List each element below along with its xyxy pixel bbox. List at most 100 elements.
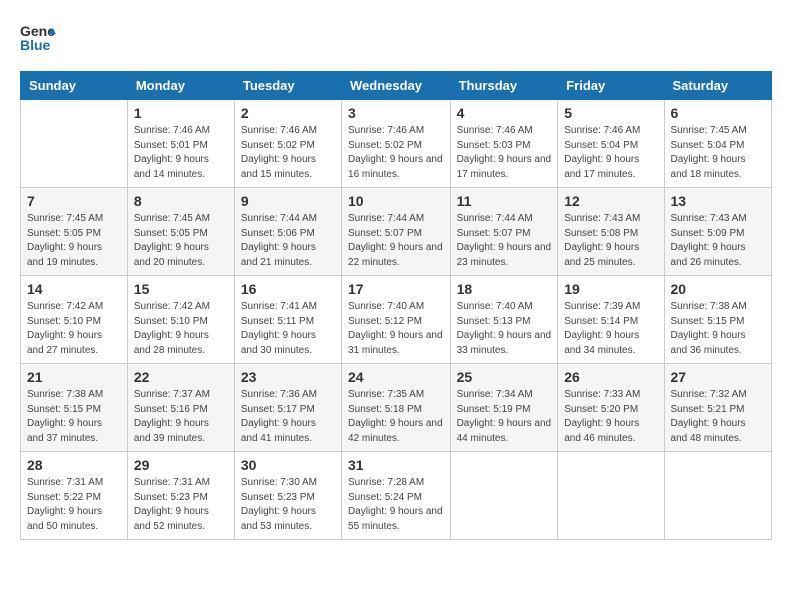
calendar-body: 1Sunrise: 7:46 AMSunset: 5:01 PMDaylight…	[21, 100, 772, 540]
cell-info: Sunrise: 7:42 AMSunset: 5:10 PMDaylight:…	[27, 300, 121, 358]
calendar-cell: 3 Sunrise: 7:46 AMSunset: 5:02 PMDaylight…	[342, 100, 451, 188]
calendar-cell: 31 Sunrise: 7:28 AMSunset: 5:24 PMDayligh…	[342, 452, 451, 540]
cell-info: Sunrise: 7:31 AMSunset: 5:23 PMDaylight:…	[134, 476, 228, 534]
cell-info: Sunrise: 7:35 AMSunset: 5:18 PMDaylight:…	[348, 388, 444, 446]
cell-info: Sunrise: 7:40 AMSunset: 5:12 PMDaylight:…	[348, 300, 444, 358]
cell-info: Sunrise: 7:43 AMSunset: 5:08 PMDaylight:…	[564, 212, 657, 270]
calendar-week-row: 21 Sunrise: 7:38 AMSunset: 5:15 PMDayligh…	[21, 364, 772, 452]
calendar-cell	[450, 452, 558, 540]
cell-day-number: 17	[348, 281, 444, 297]
cell-day-number: 21	[27, 369, 121, 385]
calendar-cell: 28Sunrise: 7:31 AMSunset: 5:22 PMDayligh…	[21, 452, 128, 540]
calendar-cell: 2 Sunrise: 7:46 AMSunset: 5:02 PMDaylight…	[234, 100, 341, 188]
cell-day-number: 10	[348, 193, 444, 209]
calendar-cell: 16 Sunrise: 7:41 AMSunset: 5:11 PMDayligh…	[234, 276, 341, 364]
cell-day-number: 18	[457, 281, 552, 297]
cell-info: Sunrise: 7:44 AMSunset: 5:06 PMDaylight:…	[241, 212, 335, 270]
calendar-cell: 1Sunrise: 7:46 AMSunset: 5:01 PMDaylight…	[127, 100, 234, 188]
cell-day-number: 5	[564, 105, 657, 121]
calendar-cell: 7 Sunrise: 7:45 AMSunset: 5:05 PMDaylight…	[21, 188, 128, 276]
cell-info: Sunrise: 7:41 AMSunset: 5:11 PMDaylight:…	[241, 300, 335, 358]
calendar-week-row: 14 Sunrise: 7:42 AMSunset: 5:10 PMDayligh…	[21, 276, 772, 364]
calendar-cell: 22Sunrise: 7:37 AMSunset: 5:16 PMDayligh…	[127, 364, 234, 452]
cell-day-number: 27	[671, 369, 765, 385]
cell-info: Sunrise: 7:44 AMSunset: 5:07 PMDaylight:…	[348, 212, 444, 270]
calendar-cell: 19 Sunrise: 7:39 AMSunset: 5:14 PMDayligh…	[558, 276, 664, 364]
cell-info: Sunrise: 7:38 AMSunset: 5:15 PMDaylight:…	[671, 300, 765, 358]
cell-info: Sunrise: 7:45 AMSunset: 5:05 PMDaylight:…	[27, 212, 121, 270]
cell-info: Sunrise: 7:46 AMSunset: 5:03 PMDaylight:…	[457, 124, 552, 182]
logo: General Blue	[20, 20, 56, 61]
cell-day-number: 13	[671, 193, 765, 209]
calendar-cell: 23Sunrise: 7:36 AMSunset: 5:17 PMDayligh…	[234, 364, 341, 452]
calendar-cell: 6 Sunrise: 7:45 AMSunset: 5:04 PMDaylight…	[664, 100, 771, 188]
cell-day-number: 26	[564, 369, 657, 385]
calendar-cell: 15Sunrise: 7:42 AMSunset: 5:10 PMDayligh…	[127, 276, 234, 364]
cell-info: Sunrise: 7:45 AMSunset: 5:04 PMDaylight:…	[671, 124, 765, 182]
cell-day-number: 24	[348, 369, 444, 385]
calendar-week-row: 1Sunrise: 7:46 AMSunset: 5:01 PMDaylight…	[21, 100, 772, 188]
weekday-header-cell: Friday	[558, 72, 664, 100]
cell-info: Sunrise: 7:31 AMSunset: 5:22 PMDaylight:…	[27, 476, 121, 534]
cell-day-number: 30	[241, 457, 335, 473]
cell-info: Sunrise: 7:46 AMSunset: 5:01 PMDaylight:…	[134, 124, 228, 182]
calendar-cell: 21 Sunrise: 7:38 AMSunset: 5:15 PMDayligh…	[21, 364, 128, 452]
calendar-cell	[664, 452, 771, 540]
cell-day-number: 6	[671, 105, 765, 121]
cell-day-number: 14	[27, 281, 121, 297]
cell-day-number: 7	[27, 193, 121, 209]
calendar: SundayMondayTuesdayWednesdayThursdayFrid…	[20, 71, 772, 540]
cell-day-number: 16	[241, 281, 335, 297]
calendar-week-row: 7 Sunrise: 7:45 AMSunset: 5:05 PMDaylight…	[21, 188, 772, 276]
cell-day-number: 4	[457, 105, 552, 121]
cell-info: Sunrise: 7:28 AMSunset: 5:24 PMDaylight:…	[348, 476, 444, 534]
calendar-cell: 24 Sunrise: 7:35 AMSunset: 5:18 PMDayligh…	[342, 364, 451, 452]
calendar-cell: 27 Sunrise: 7:32 AMSunset: 5:21 PMDayligh…	[664, 364, 771, 452]
weekday-header-row: SundayMondayTuesdayWednesdayThursdayFrid…	[21, 72, 772, 100]
calendar-cell: 18 Sunrise: 7:40 AMSunset: 5:13 PMDayligh…	[450, 276, 558, 364]
weekday-header-cell: Tuesday	[234, 72, 341, 100]
cell-info: Sunrise: 7:38 AMSunset: 5:15 PMDaylight:…	[27, 388, 121, 446]
calendar-cell: 30Sunrise: 7:30 AMSunset: 5:23 PMDayligh…	[234, 452, 341, 540]
calendar-cell: 9 Sunrise: 7:44 AMSunset: 5:06 PMDaylight…	[234, 188, 341, 276]
weekday-header-cell: Sunday	[21, 72, 128, 100]
calendar-week-row: 28Sunrise: 7:31 AMSunset: 5:22 PMDayligh…	[21, 452, 772, 540]
calendar-cell: 10 Sunrise: 7:44 AMSunset: 5:07 PMDayligh…	[342, 188, 451, 276]
cell-info: Sunrise: 7:32 AMSunset: 5:21 PMDaylight:…	[671, 388, 765, 446]
cell-day-number: 2	[241, 105, 335, 121]
cell-day-number: 19	[564, 281, 657, 297]
cell-day-number: 23	[241, 369, 335, 385]
cell-day-number: 31	[348, 457, 444, 473]
cell-info: Sunrise: 7:45 AMSunset: 5:05 PMDaylight:…	[134, 212, 228, 270]
cell-info: Sunrise: 7:37 AMSunset: 5:16 PMDaylight:…	[134, 388, 228, 446]
calendar-cell	[558, 452, 664, 540]
cell-info: Sunrise: 7:42 AMSunset: 5:10 PMDaylight:…	[134, 300, 228, 358]
calendar-cell: 8Sunrise: 7:45 AMSunset: 5:05 PMDaylight…	[127, 188, 234, 276]
cell-info: Sunrise: 7:34 AMSunset: 5:19 PMDaylight:…	[457, 388, 552, 446]
calendar-cell: 12 Sunrise: 7:43 AMSunset: 5:08 PMDayligh…	[558, 188, 664, 276]
weekday-header-cell: Saturday	[664, 72, 771, 100]
weekday-header-cell: Monday	[127, 72, 234, 100]
calendar-cell	[21, 100, 128, 188]
cell-day-number: 20	[671, 281, 765, 297]
cell-info: Sunrise: 7:39 AMSunset: 5:14 PMDaylight:…	[564, 300, 657, 358]
cell-day-number: 3	[348, 105, 444, 121]
logo-icon: General Blue	[20, 20, 56, 61]
calendar-cell: 14 Sunrise: 7:42 AMSunset: 5:10 PMDayligh…	[21, 276, 128, 364]
cell-day-number: 9	[241, 193, 335, 209]
calendar-cell: 29 Sunrise: 7:31 AMSunset: 5:23 PMDayligh…	[127, 452, 234, 540]
cell-day-number: 25	[457, 369, 552, 385]
cell-day-number: 11	[457, 193, 552, 209]
calendar-cell: 25 Sunrise: 7:34 AMSunset: 5:19 PMDayligh…	[450, 364, 558, 452]
weekday-header-cell: Wednesday	[342, 72, 451, 100]
header: General Blue	[20, 20, 772, 61]
calendar-cell: 20 Sunrise: 7:38 AMSunset: 5:15 PMDayligh…	[664, 276, 771, 364]
svg-text:Blue: Blue	[20, 37, 51, 53]
cell-info: Sunrise: 7:46 AMSunset: 5:04 PMDaylight:…	[564, 124, 657, 182]
cell-day-number: 29	[134, 457, 228, 473]
cell-day-number: 12	[564, 193, 657, 209]
cell-info: Sunrise: 7:46 AMSunset: 5:02 PMDaylight:…	[241, 124, 335, 182]
cell-info: Sunrise: 7:40 AMSunset: 5:13 PMDaylight:…	[457, 300, 552, 358]
cell-info: Sunrise: 7:46 AMSunset: 5:02 PMDaylight:…	[348, 124, 444, 182]
calendar-cell: 11Sunrise: 7:44 AMSunset: 5:07 PMDayligh…	[450, 188, 558, 276]
